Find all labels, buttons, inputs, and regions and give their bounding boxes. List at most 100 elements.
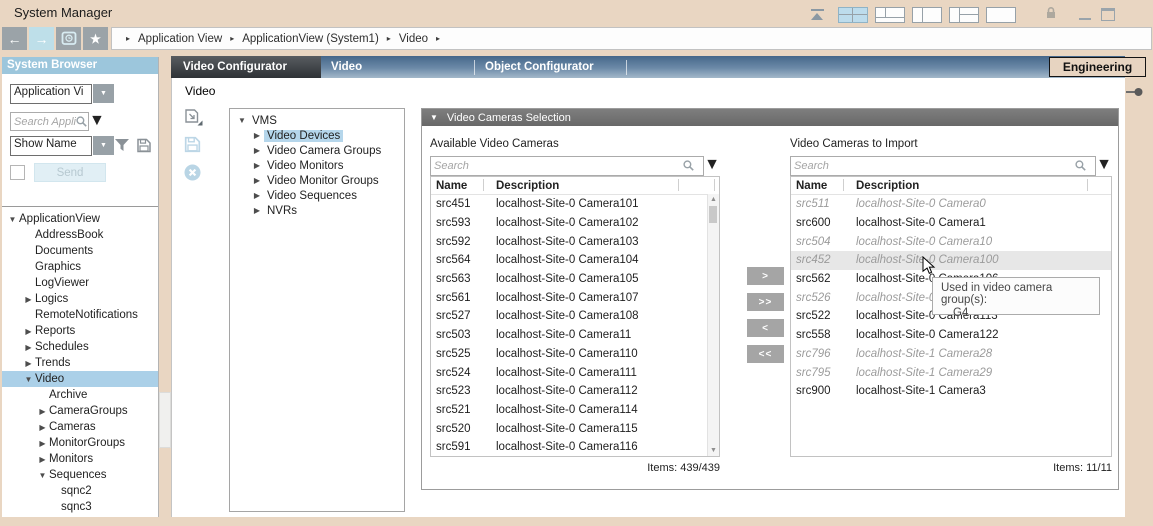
camera-row[interactable]: src563 localhost-Site-0 Camera105: [431, 270, 719, 289]
tree-item-label[interactable]: ApplicationView: [19, 213, 100, 225]
tree-item[interactable]: Documents: [2, 243, 158, 259]
camera-row[interactable]: src451 localhost-Site-0 Camera101: [431, 195, 719, 214]
vms-tree-item-label[interactable]: Video Camera Groups: [264, 145, 384, 157]
scroll-up-icon[interactable]: ▲: [708, 196, 719, 203]
favorites-button[interactable]: ★: [83, 27, 108, 50]
tree-item-label[interactable]: LogViewer: [35, 277, 89, 289]
tree-item-label[interactable]: Logics: [35, 293, 68, 305]
layout-four-pane-button[interactable]: [838, 7, 868, 23]
scroll-down-icon[interactable]: ▼: [708, 447, 719, 454]
tree-expander-icon[interactable]: ▶: [36, 439, 49, 448]
column-description[interactable]: Description: [851, 180, 919, 192]
tree-item[interactable]: RemoteNotifications: [2, 307, 158, 323]
tree-expander-icon[interactable]: ▶: [250, 176, 264, 185]
tree-item-label[interactable]: Archive: [49, 389, 87, 401]
transfer-button[interactable]: >: [747, 267, 784, 285]
camera-row[interactable]: src600 localhost-Site-0 Camera1: [791, 214, 1111, 233]
tree-item-label[interactable]: sqnc3: [61, 501, 92, 513]
view-selector-dropdown-button[interactable]: ▼: [93, 84, 114, 103]
camera-row[interactable]: src592 localhost-Site-0 Camera103: [431, 232, 719, 251]
lock-icon[interactable]: [1045, 6, 1057, 24]
vms-tree-item[interactable]: ▶ Video Monitor Groups: [230, 173, 404, 188]
tree-item[interactable]: ▶ Logics: [2, 291, 158, 307]
tree-item[interactable]: ▶ Reports: [2, 323, 158, 339]
tree-expander-icon[interactable]: ▶: [250, 131, 264, 140]
cancel-button[interactable]: [184, 164, 206, 183]
tree-item-label[interactable]: Documents: [35, 245, 93, 257]
tree-expander-icon[interactable]: ▶: [250, 191, 264, 200]
tree-item[interactable]: ▼ Sequences: [2, 467, 158, 483]
camera-row[interactable]: src504 localhost-Site-0 Camera10: [791, 232, 1111, 251]
tree-expander-icon[interactable]: ▶: [250, 206, 264, 215]
camera-row[interactable]: src900 localhost-Site-1 Camera3: [791, 382, 1111, 401]
import-search-dropdown-button[interactable]: ▼: [1096, 156, 1112, 176]
camera-row[interactable]: src558 localhost-Site-0 Camera122: [791, 326, 1111, 345]
tree-item[interactable]: AddressBook: [2, 227, 158, 243]
tab-video-configurator[interactable]: Video Configurator: [171, 56, 321, 78]
camera-row[interactable]: src524 localhost-Site-0 Camera111: [431, 363, 719, 382]
minimize-button[interactable]: [1079, 9, 1091, 20]
tree-expander-icon[interactable]: ▶: [36, 407, 49, 416]
tree-expander-icon[interactable]: ▶: [22, 359, 35, 368]
tree-item[interactable]: ▶ CameraGroups: [2, 403, 158, 419]
vms-tree-item-label[interactable]: VMS: [249, 115, 280, 127]
maximize-button[interactable]: [1101, 8, 1115, 21]
tab-video[interactable]: Video: [321, 56, 474, 78]
vms-tree-item[interactable]: ▶ Video Sequences: [230, 188, 404, 203]
tree-item[interactable]: ▶ Cameras: [2, 419, 158, 435]
tree-item[interactable]: ▶ MonitorGroups: [2, 435, 158, 451]
tree-item-label[interactable]: Cameras: [49, 421, 96, 433]
tree-item[interactable]: ▶ Schedules: [2, 339, 158, 355]
camera-row[interactable]: src520 localhost-Site-0 Camera115: [431, 419, 719, 438]
filter-button[interactable]: [114, 138, 130, 152]
column-description[interactable]: Description: [491, 180, 559, 192]
tree-item[interactable]: ▼ Video: [2, 371, 158, 387]
tree-item-label[interactable]: Sequences: [49, 469, 107, 481]
vms-tree-item[interactable]: ▶ Video Monitors: [230, 158, 404, 173]
vms-tree-item-label[interactable]: Video Monitors: [264, 160, 347, 172]
camera-row[interactable]: src503 localhost-Site-0 Camera11: [431, 326, 719, 345]
camera-row[interactable]: src795 localhost-Site-1 Camera29: [791, 363, 1111, 382]
column-name[interactable]: Name: [431, 180, 491, 192]
vms-tree-item-label[interactable]: Video Sequences: [264, 190, 360, 202]
tree-item[interactable]: ▼ ApplicationView: [2, 211, 158, 227]
tree-item-label[interactable]: MonitorGroups: [49, 437, 125, 449]
breadcrumb-item[interactable]: ▸ ApplicationView (System1): [222, 33, 379, 45]
vms-tree-item-label[interactable]: NVRs: [264, 205, 300, 217]
send-button[interactable]: Send: [34, 163, 106, 182]
tree-item-label[interactable]: Schedules: [35, 341, 89, 353]
breadcrumb-caret-icon[interactable]: ▸: [436, 34, 440, 43]
tree-item-label[interactable]: Monitors: [49, 453, 93, 465]
tree-expander-icon[interactable]: ▶: [250, 146, 264, 155]
vms-tree-item-label[interactable]: Video Devices: [264, 130, 343, 142]
tab-object-configurator[interactable]: Object Configurator: [475, 56, 626, 78]
tree-item-label[interactable]: RemoteNotifications: [35, 309, 138, 321]
view-selector[interactable]: Application Vi ▼: [10, 84, 158, 104]
camera-row[interactable]: src593 localhost-Site-0 Camera102: [431, 214, 719, 233]
tree-expander-icon[interactable]: ▶: [22, 343, 35, 352]
camera-row[interactable]: src452 localhost-Site-0 Camera100: [791, 251, 1111, 270]
save-button[interactable]: [184, 136, 206, 155]
camera-row[interactable]: src527 localhost-Site-0 Camera108: [431, 307, 719, 326]
tree-expander-icon[interactable]: ▶: [22, 295, 35, 304]
tree-item[interactable]: Graphics: [2, 259, 158, 275]
layout-left-bottom-button[interactable]: [875, 7, 905, 23]
vms-tree-item[interactable]: ▶ Video Devices: [230, 128, 404, 143]
tree-item-label[interactable]: CameraGroups: [49, 405, 128, 417]
tree-expander-icon[interactable]: ▼: [36, 471, 49, 480]
vms-tree-item[interactable]: ▶ NVRs: [230, 203, 404, 218]
display-mode-value[interactable]: Show Name: [10, 136, 92, 156]
layout-single-pane-button[interactable]: [986, 7, 1016, 23]
available-search-dropdown-button[interactable]: ▼: [704, 156, 720, 176]
camera-row[interactable]: src511 localhost-Site-0 Camera0: [791, 195, 1111, 214]
tree-item[interactable]: LogViewer: [2, 275, 158, 291]
transfer-button[interactable]: >>: [747, 293, 784, 311]
camera-row[interactable]: src796 localhost-Site-1 Camera28: [791, 345, 1111, 364]
scrollbar-thumb[interactable]: [709, 206, 717, 223]
tree-expander-icon[interactable]: ▼: [235, 116, 249, 125]
tree-item-label[interactable]: Trends: [35, 357, 70, 369]
breadcrumb-item[interactable]: ▸ Video: [379, 33, 428, 45]
back-button[interactable]: ←: [2, 27, 27, 50]
tree-item[interactable]: ▶ Trends: [2, 355, 158, 371]
import-config-button[interactable]: [184, 108, 206, 127]
